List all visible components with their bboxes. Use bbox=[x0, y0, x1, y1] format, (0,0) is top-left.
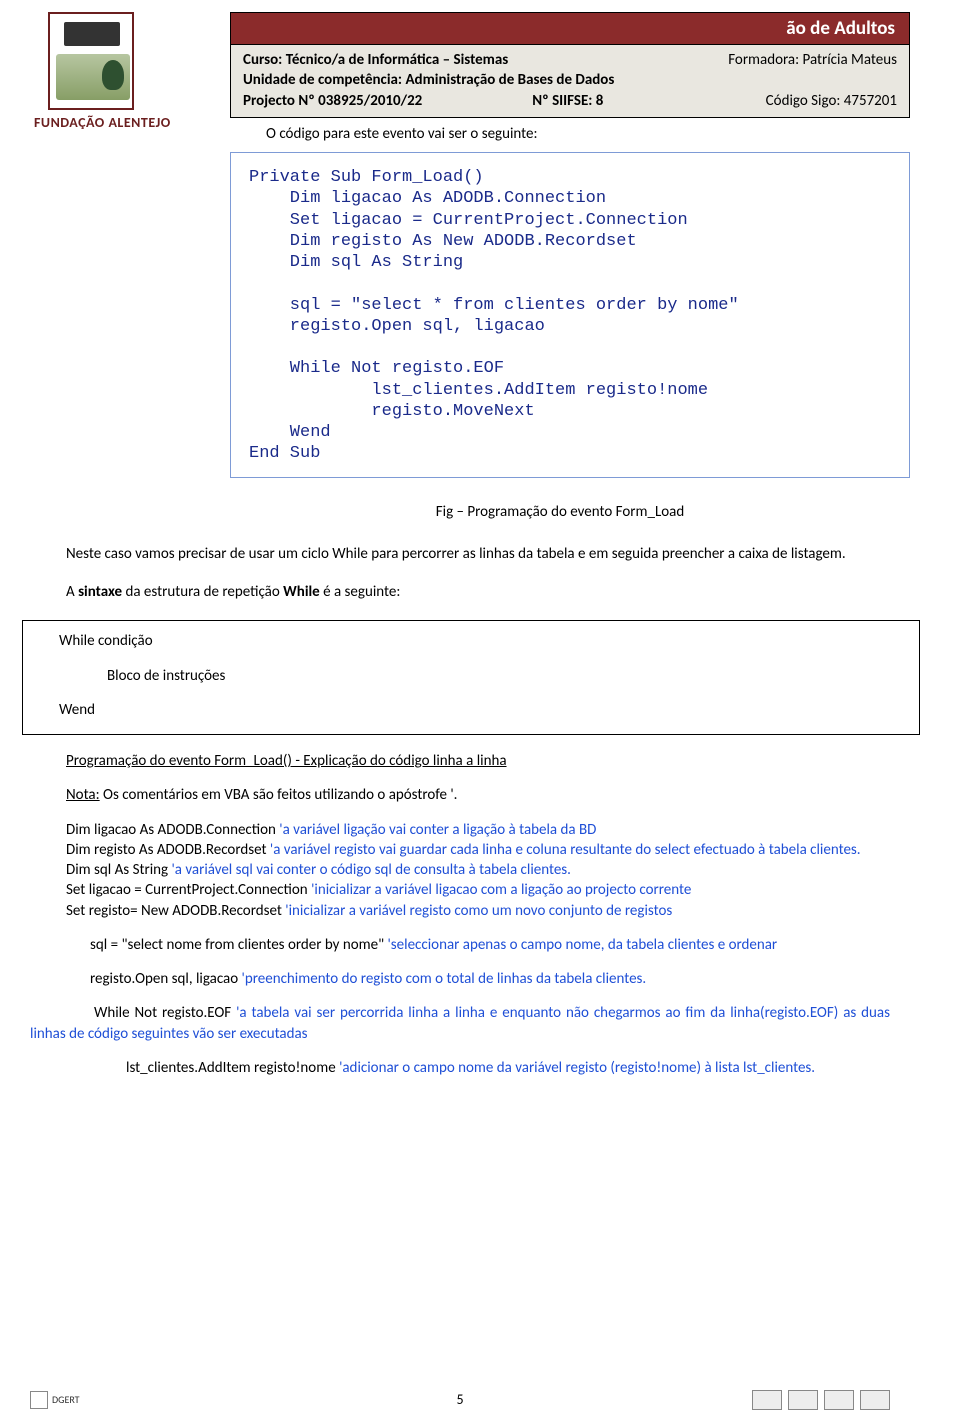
code-block: Private Sub Form_Load() Dim ligacao As A… bbox=[230, 152, 910, 478]
sigo-code: Código Sigo: 4757201 bbox=[766, 91, 897, 111]
subsection-title: Programação do evento Form_Load() - Expl… bbox=[66, 751, 890, 771]
banner-title: ão de Adultos bbox=[230, 12, 910, 44]
while-condition: While condição bbox=[59, 631, 905, 651]
project-num: Projecto Nº 038925/2010/22 bbox=[243, 91, 422, 111]
logo-area: FUNDAÇÃO ALENTEJO bbox=[30, 12, 230, 502]
course-info-box: Curso: Técnico/a de Informática – Sistem… bbox=[230, 44, 910, 118]
unit-line: Unidade de competência: Administração de… bbox=[243, 70, 614, 90]
paragraph-1: Neste caso vamos precisar de usar um cic… bbox=[30, 544, 890, 564]
while-syntax-box: While condição Bloco de instruções Wend bbox=[22, 620, 920, 735]
code-explain-block: Dim ligacao As ADODB.Connection 'a variá… bbox=[30, 820, 890, 1079]
figure-caption: Fig – Programação do evento Form_Load bbox=[230, 502, 890, 522]
intro-paragraph: O código para este evento vai ser o segu… bbox=[266, 124, 910, 144]
while-end: Wend bbox=[59, 700, 905, 720]
footer-right-logos bbox=[752, 1390, 890, 1410]
page-footer: DGERT 5 bbox=[30, 1390, 890, 1410]
logo-text: FUNDAÇÃO ALENTEJO bbox=[34, 114, 230, 133]
logo-icon bbox=[48, 12, 134, 110]
footer-left-logo: DGERT bbox=[30, 1391, 80, 1409]
course-line: Curso: Técnico/a de Informática – Sistem… bbox=[243, 50, 508, 70]
while-body: Bloco de instruções bbox=[107, 666, 905, 686]
page-number: 5 bbox=[456, 1391, 463, 1410]
siifse-num: Nº SIIFSE: 8 bbox=[532, 91, 603, 111]
note-line: Nota: Os comentários em VBA são feitos u… bbox=[66, 785, 890, 805]
trainer-line: Formadora: Patrícia Mateus bbox=[728, 50, 897, 70]
paragraph-2: A sintaxe da estrutura de repetição Whil… bbox=[30, 582, 890, 602]
